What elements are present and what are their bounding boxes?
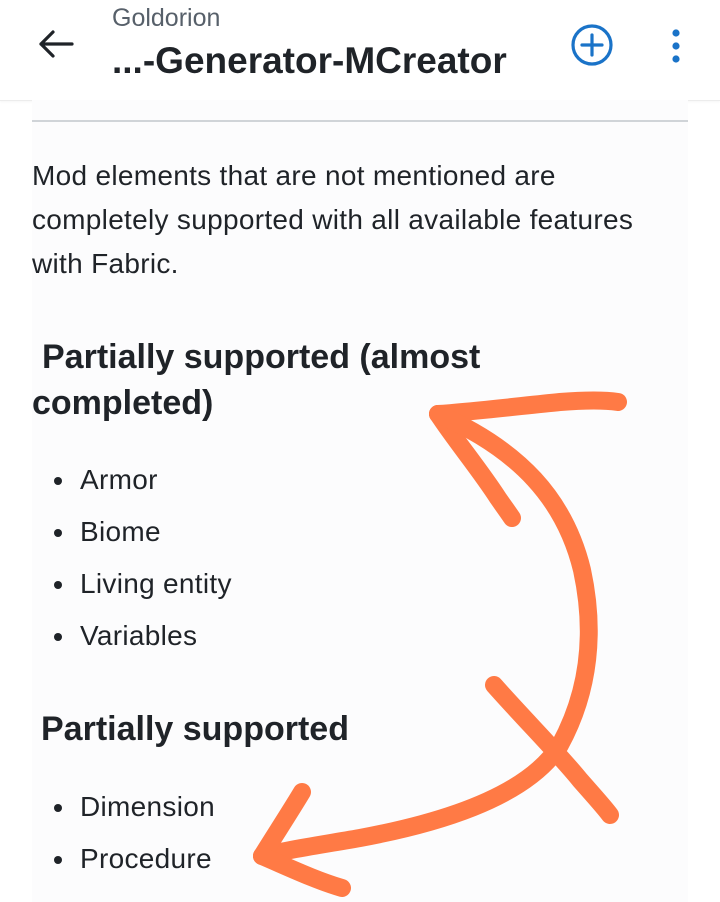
plus-circle-icon [571,24,613,66]
almost-supported-list: Armor Biome Living entity Variables [32,454,232,662]
list-item: Living entity [32,558,232,610]
add-button[interactable] [569,22,615,68]
list-item: Biome [32,506,232,558]
heading-partially-supported: Partially supported [41,710,349,748]
heading-partially-supported-almost: Partially supported (almost completed) [32,334,632,426]
repo-owner[interactable]: Goldorion [112,4,220,33]
more-options-button[interactable] [656,22,696,68]
list-item: Armor [32,454,232,506]
page-title: ...-Generator-MCreator [112,40,507,81]
section-divider [32,120,688,122]
list-item: Dimension [32,781,215,833]
back-button[interactable] [30,22,82,66]
page: Goldorion ...-Generator-MCreator Mod ele… [0,0,720,902]
list-item: Variables [32,610,232,662]
heading-line-1: Partially supported (almost [42,338,481,376]
heading-line-2: completed) [32,384,214,422]
more-vertical-icon [672,29,680,63]
arrow-left-icon [39,30,74,58]
readme-content: Mod elements that are not mentioned are … [32,100,688,902]
app-bar: Goldorion ...-Generator-MCreator [0,0,720,101]
list-item: Procedure [32,833,215,885]
intro-paragraph: Mod elements that are not mentioned are … [32,160,634,279]
partially-supported-list: Dimension Procedure [32,781,215,885]
